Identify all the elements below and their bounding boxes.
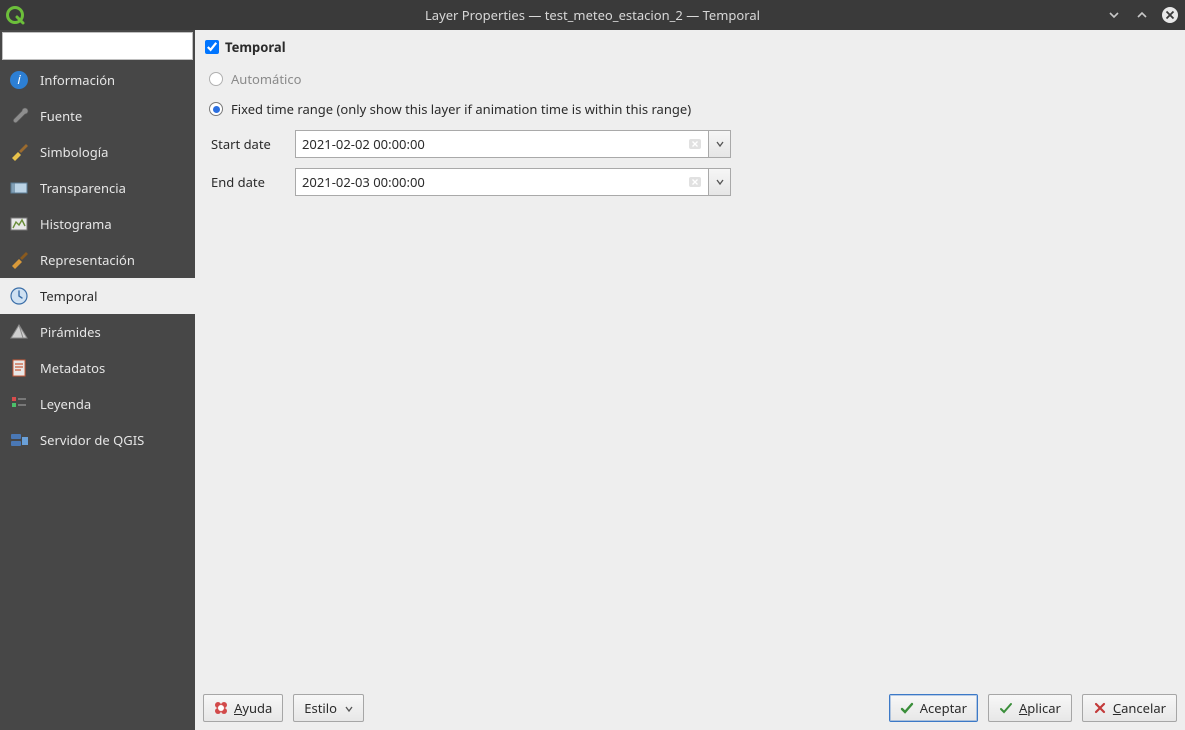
content-area: Temporal Automático Fixed time range (on… xyxy=(195,30,1185,730)
sidebar-item-label: Simbología xyxy=(40,143,108,161)
temporal-enabled-checkbox[interactable] xyxy=(205,40,219,54)
start-date-dropdown[interactable] xyxy=(709,130,731,158)
option-fixed-range[interactable]: Fixed time range (only show this layer i… xyxy=(201,94,1175,124)
search-input[interactable] xyxy=(2,32,193,60)
info-icon: i xyxy=(8,69,30,91)
sidebar-item-label: Fuente xyxy=(40,107,82,125)
sidebar-item-transparencia[interactable]: Transparencia xyxy=(0,170,195,206)
clear-icon[interactable] xyxy=(688,175,702,189)
button-bar: Ayuda Estilo Aceptar Aplicar xyxy=(195,686,1185,730)
pyramid-icon xyxy=(8,321,30,343)
end-date-label: End date xyxy=(207,173,293,191)
sidebar-item-label: Histograma xyxy=(40,215,112,233)
transparency-icon xyxy=(8,177,30,199)
nav-list: i Información Fuente Simbología xyxy=(0,62,195,458)
end-date-dropdown[interactable] xyxy=(709,168,731,196)
chevron-down-icon xyxy=(716,178,724,186)
help-button[interactable]: Ayuda xyxy=(203,694,283,722)
ok-button[interactable]: Aceptar xyxy=(889,694,978,722)
cancel-button-label: Cancelar xyxy=(1113,699,1166,717)
sidebar-item-informacion[interactable]: i Información xyxy=(0,62,195,98)
help-button-label: Ayuda xyxy=(234,699,272,717)
sidebar-item-fuente[interactable]: Fuente xyxy=(0,98,195,134)
option-automatic-label: Automático xyxy=(231,70,302,88)
sidebar-item-label: Servidor de QGIS xyxy=(40,431,144,449)
end-date-input[interactable]: 2021-02-03 00:00:00 xyxy=(295,168,709,196)
brush-icon xyxy=(8,141,30,163)
legend-icon xyxy=(8,393,30,415)
style-button[interactable]: Estilo xyxy=(293,694,364,722)
maximize-button[interactable] xyxy=(1133,6,1151,24)
end-date-value: 2021-02-03 00:00:00 xyxy=(302,173,425,191)
start-date-label: Start date xyxy=(207,135,293,153)
cancel-icon xyxy=(1093,701,1107,715)
sidebar-item-label: Leyenda xyxy=(40,395,91,413)
help-icon xyxy=(214,701,228,715)
wrench-icon xyxy=(8,105,30,127)
radio-fixed-range[interactable] xyxy=(209,102,223,116)
panel-header: Temporal xyxy=(201,30,1175,64)
sidebar-item-temporal[interactable]: Temporal xyxy=(0,278,195,314)
sidebar-item-simbologia[interactable]: Simbología xyxy=(0,134,195,170)
sidebar-item-label: Información xyxy=(40,71,115,89)
temporal-panel: Temporal Automático Fixed time range (on… xyxy=(195,30,1185,686)
clock-icon xyxy=(8,285,30,307)
minimize-button[interactable] xyxy=(1105,6,1123,24)
cancel-button[interactable]: Cancelar xyxy=(1082,694,1177,722)
sidebar-item-label: Temporal xyxy=(40,287,97,305)
render-brush-icon xyxy=(8,249,30,271)
titlebar: Layer Properties — test_meteo_estacion_2… xyxy=(0,0,1185,30)
clear-icon[interactable] xyxy=(688,137,702,151)
panel-title: Temporal xyxy=(225,38,286,56)
close-button[interactable] xyxy=(1161,6,1179,24)
radio-automatic xyxy=(209,72,223,86)
sidebar-item-piramides[interactable]: Pirámides xyxy=(0,314,195,350)
sidebar: i Información Fuente Simbología xyxy=(0,30,195,730)
apply-button[interactable]: Aplicar xyxy=(988,694,1072,722)
style-button-label: Estilo xyxy=(304,699,337,717)
option-automatic: Automático xyxy=(201,64,1175,94)
chevron-down-icon xyxy=(716,140,724,148)
apply-icon xyxy=(999,701,1013,715)
start-date-field[interactable]: 2021-02-02 00:00:00 xyxy=(295,130,731,158)
sidebar-item-histograma[interactable]: Histograma xyxy=(0,206,195,242)
end-date-field[interactable]: 2021-02-03 00:00:00 xyxy=(295,168,731,196)
ok-icon xyxy=(900,701,914,715)
ok-button-label: Aceptar xyxy=(920,699,967,717)
server-icon xyxy=(8,429,30,451)
sidebar-item-label: Transparencia xyxy=(40,179,126,197)
histogram-icon xyxy=(8,213,30,235)
search-field[interactable] xyxy=(15,37,200,55)
option-fixed-range-label: Fixed time range (only show this layer i… xyxy=(231,100,691,118)
sidebar-item-label: Metadatos xyxy=(40,359,105,377)
sidebar-item-servidor-qgis[interactable]: Servidor de QGIS xyxy=(0,422,195,458)
sidebar-item-label: Representación xyxy=(40,251,135,269)
sidebar-item-leyenda[interactable]: Leyenda xyxy=(0,386,195,422)
metadata-icon xyxy=(8,357,30,379)
chevron-down-icon xyxy=(345,699,353,717)
qgis-icon xyxy=(4,4,26,26)
start-date-input[interactable]: 2021-02-02 00:00:00 xyxy=(295,130,709,158)
sidebar-item-metadatos[interactable]: Metadatos xyxy=(0,350,195,386)
sidebar-item-representacion[interactable]: Representación xyxy=(0,242,195,278)
window-title: Layer Properties — test_meteo_estacion_2… xyxy=(0,6,1185,24)
apply-button-label: Aplicar xyxy=(1019,699,1061,717)
start-date-value: 2021-02-02 00:00:00 xyxy=(302,135,425,153)
sidebar-item-label: Pirámides xyxy=(40,323,101,341)
